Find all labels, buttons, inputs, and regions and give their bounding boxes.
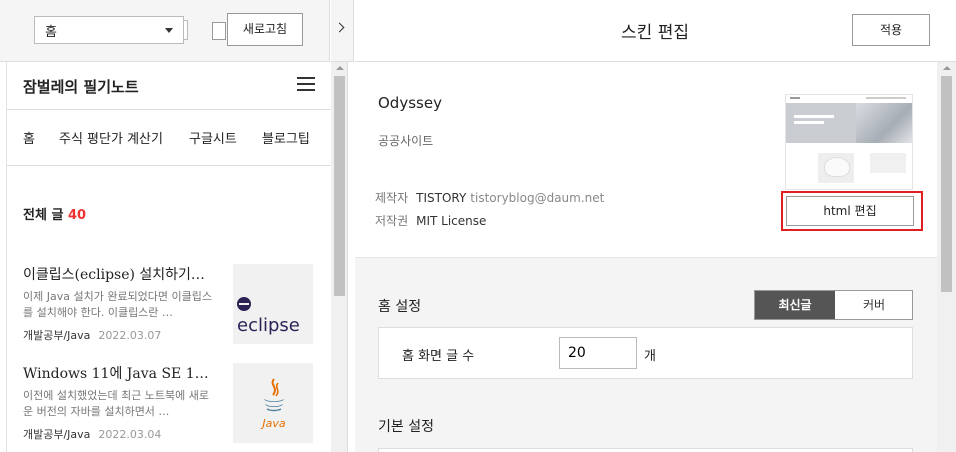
post-item[interactable]: Windows 11에 Java SE 1… 이전에 설치했었는데 최근 노트북… (23, 363, 315, 445)
home-settings-title: 홈 설정 (378, 299, 422, 315)
editor-header: 스킨 편집 적용 (355, 0, 956, 62)
skin-info-card: Odyssey 공공사이트 제작자 TISTORY tistoryblog@daum… (355, 62, 937, 258)
license-value: MIT License (416, 214, 487, 228)
refresh-button[interactable]: 새로고침 (227, 13, 303, 46)
post-count-unit: 개 (644, 349, 656, 364)
nav-item-stock-calc[interactable]: 주식 평단가 계산기 (59, 128, 163, 147)
thumb-nav (866, 97, 906, 99)
total-count: 40 (67, 208, 87, 223)
skin-thumbnail (785, 94, 913, 190)
basic-settings-title: 기본 설정 (378, 419, 434, 435)
basic-settings-box (378, 448, 913, 452)
page-select-value: 홈 (45, 25, 57, 40)
post-date: 2022.03.07 (98, 329, 162, 342)
skin-editor-pane: Odyssey 공공사이트 제작자 TISTORY tistoryblog@daum… (355, 62, 956, 452)
right-scrollbar[interactable] (937, 62, 956, 452)
html-edit-highlight: html 편집 (781, 191, 923, 231)
license-label: 저작권 (375, 214, 409, 228)
post-thumbnail[interactable]: eclipse (233, 264, 313, 344)
post-excerpt: 이전에 설치했었는데 최근 노트북에 새로운 버전의 자바를 설치하면서 … (23, 389, 210, 418)
toolbar-mini-box (212, 22, 226, 40)
scroll-up-icon[interactable] (336, 66, 344, 70)
eclipse-logo-text: eclipse (237, 315, 300, 336)
chevron-right-icon (334, 22, 345, 33)
scroll-thumb[interactable] (334, 76, 345, 296)
skin-maker: 제작자 TISTORY tistoryblog@daum.net (375, 189, 604, 206)
post-meta: 개발공부/Java 2022.03.04 (23, 426, 161, 442)
left-scrollbar[interactable] (331, 62, 347, 452)
blog-preview: 잠벌레의 필기노트 홈 주식 평단가 계산기 구글시트 블로그팁 전체 글 40… (6, 62, 331, 452)
hamburger-menu-icon[interactable] (297, 77, 315, 91)
home-post-count-setting: 홈 화면 글 수 개 (378, 327, 913, 379)
post-count-label: 홈 화면 글 수 (402, 349, 475, 364)
thumb-logo (790, 97, 800, 99)
post-item[interactable]: 이클립스(eclipse) 설치하기… 이제 Java 설치가 완료되었다면 이… (23, 264, 315, 346)
post-date: 2022.03.04 (98, 428, 162, 441)
html-edit-button[interactable]: html 편집 (786, 196, 914, 226)
java-logo-text: Java (260, 417, 285, 430)
apply-button[interactable]: 적용 (852, 14, 930, 46)
home-mode-toggle: 최신글 커버 (754, 290, 913, 320)
post-category[interactable]: 개발공부/Java (23, 428, 90, 441)
post-title[interactable]: 이클립스(eclipse) 설치하기… (23, 264, 219, 284)
nav-item-google-sheet[interactable]: 구글시트 (189, 128, 237, 147)
skin-license: 저작권 MIT License (375, 212, 486, 229)
thumb-hero-text (794, 115, 834, 118)
java-logo-icon: Java (260, 378, 286, 430)
blog-nav: 홈 주식 평단가 계산기 구글시트 블로그팁 (7, 110, 331, 166)
maker-label: 제작자 (375, 191, 409, 205)
thumb-image (870, 153, 906, 173)
chevron-down-icon (165, 28, 173, 33)
total-label: 전체 글 (23, 208, 64, 223)
select-edge (184, 20, 188, 40)
post-meta: 개발공부/Java 2022.03.07 (23, 327, 161, 343)
total-posts: 전체 글 40 (23, 204, 86, 223)
blog-header: 잠벌레의 필기노트 (7, 62, 331, 110)
skin-name: Odyssey (378, 94, 442, 112)
scroll-thumb[interactable] (941, 76, 952, 292)
page-select[interactable]: 홈 (34, 16, 184, 44)
maker-email: tistoryblog@daum.net (470, 191, 605, 205)
collapse-toggle[interactable] (331, 0, 354, 62)
post-thumbnail[interactable]: Java (233, 363, 313, 443)
thumb-hero-subtext (794, 121, 824, 124)
maker-value: TISTORY (416, 191, 467, 205)
eclipse-icon (237, 297, 251, 311)
thumb-image (818, 153, 854, 183)
post-category[interactable]: 개발공부/Java (23, 329, 90, 342)
skin-description: 공공사이트 (378, 134, 434, 148)
post-count-input[interactable] (559, 337, 637, 369)
home-mode-latest-button[interactable]: 최신글 (755, 291, 835, 319)
post-title[interactable]: Windows 11에 Java SE 1… (23, 363, 219, 383)
home-mode-cover-button[interactable]: 커버 (835, 291, 913, 319)
eclipse-logo: eclipse (237, 294, 313, 336)
post-excerpt: 이제 Java 설치가 완료되었다면 이클립스를 설치해야 한다. 이클립스란 … (23, 290, 213, 319)
blog-title[interactable]: 잠벌레의 필기노트 (23, 76, 139, 97)
preview-toolbar: 홈 새로고침 (0, 0, 330, 62)
scroll-up-icon[interactable] (943, 66, 951, 70)
blog-preview-pane: 잠벌레의 필기노트 홈 주식 평단가 계산기 구글시트 블로그팁 전체 글 40… (0, 62, 348, 452)
nav-item-blog-tip[interactable]: 블로그팁 (262, 128, 310, 147)
nav-item-home[interactable]: 홈 (23, 128, 35, 147)
